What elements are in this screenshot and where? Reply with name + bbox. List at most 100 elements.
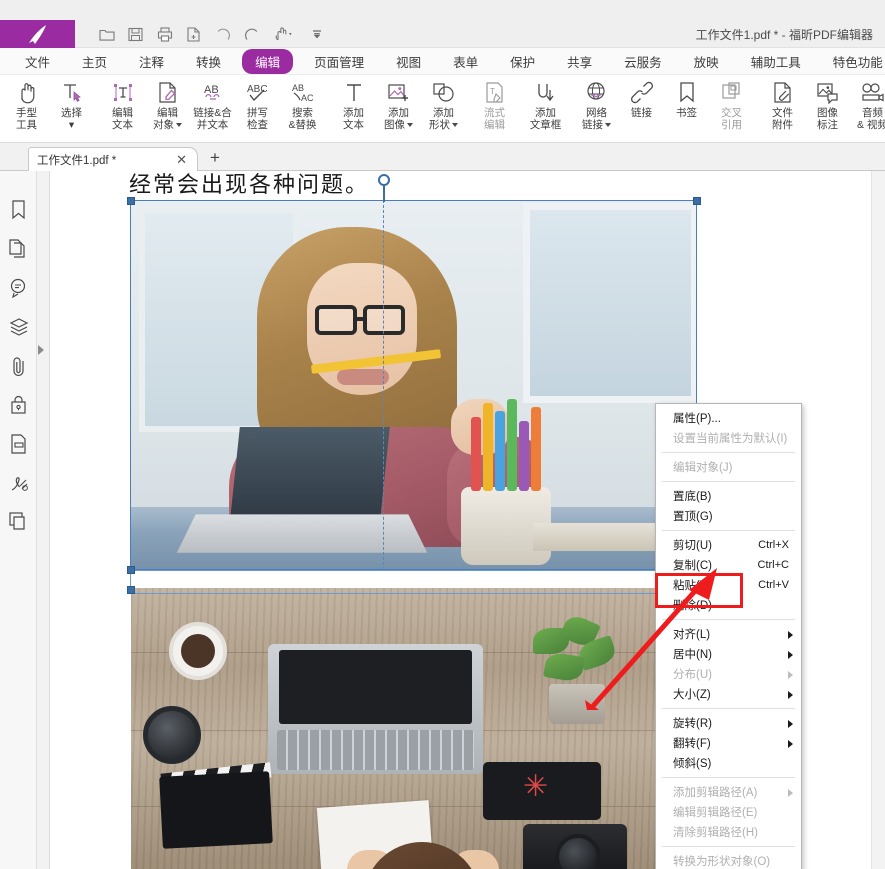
resize-handle-second-left[interactable] (127, 586, 135, 594)
rotation-handle[interactable] (378, 174, 390, 186)
open-icon[interactable] (92, 20, 121, 48)
duplicate-icon (9, 512, 28, 537)
menu-item-page-mgmt[interactable]: 页面管理 (303, 49, 375, 74)
ribbon-group-text-edit: 编辑 文本 编辑 对象 AB 链接&合 并文本 (100, 75, 325, 143)
audio-video-button[interactable]: 音频 & 视频 (850, 75, 885, 139)
svg-text:T: T (490, 87, 495, 96)
bookmark-button[interactable]: 书签 (664, 75, 709, 139)
hand-tool-button[interactable]: 手型 工具 (4, 75, 49, 139)
svg-text:AC: AC (301, 93, 314, 103)
customize-qat-icon[interactable] (302, 20, 331, 48)
menu-item-view[interactable]: 视图 (385, 49, 432, 74)
undo-icon[interactable] (208, 20, 237, 48)
reflow-edit-button[interactable]: T 流式 编辑 (472, 75, 517, 139)
new-page-icon[interactable] (179, 20, 208, 48)
search-replace-icon: ABAC (290, 79, 316, 105)
sidebar-item-security[interactable] (0, 388, 37, 427)
menu-item-accessibility[interactable]: 辅助工具 (740, 49, 812, 74)
sidebar-expand-arrow[interactable] (38, 345, 44, 355)
new-tab-button[interactable]: + (210, 149, 220, 167)
sidebar-item-fields[interactable] (0, 427, 37, 466)
bookmark-icon (10, 200, 27, 225)
add-shape-button[interactable]: 添加 形状 (421, 75, 466, 139)
sidebar-item-attachments[interactable] (0, 349, 37, 388)
document-tab-label: 工作文件1.pdf * (37, 152, 174, 168)
menu-item-protect[interactable]: 保护 (499, 49, 546, 74)
context-menu-item-bring-to-front[interactable]: 置顶(G) (656, 506, 801, 526)
file-attachment-button[interactable]: 文件 附件 (760, 75, 805, 139)
sidebar-gutter (37, 171, 50, 869)
search-replace-button[interactable]: ABAC 搜索 &替换 (280, 75, 325, 139)
chevron-down-icon[interactable] (176, 123, 182, 127)
file-attachment-icon (772, 79, 794, 105)
ribbon-group-article: 添加 文章框 (523, 75, 568, 143)
menu-item-share[interactable]: 共享 (556, 49, 603, 74)
image2-camera-lens (143, 706, 201, 764)
save-icon[interactable] (121, 20, 150, 48)
select-tool-button[interactable]: 选择 ▾ (49, 75, 94, 139)
sidebar-item-comments[interactable] (0, 271, 37, 310)
context-menu-item-send-to-back[interactable]: 置底(B) (656, 486, 801, 506)
document-tab-strip: 工作文件1.pdf * ✕ + (0, 143, 885, 171)
edit-object-button[interactable]: 编辑 对象 (145, 75, 190, 139)
annotation-arrow-icon (585, 560, 745, 710)
edit-text-button[interactable]: 编辑 文本 (100, 75, 145, 139)
close-icon[interactable]: ✕ (174, 152, 189, 168)
svg-text:ABC: ABC (247, 84, 268, 95)
add-text-button[interactable]: 添加 文本 (331, 75, 376, 139)
document-tab[interactable]: 工作文件1.pdf * ✕ (28, 147, 198, 171)
foxit-feather-icon (26, 24, 50, 46)
sidebar-item-pages[interactable] (0, 232, 37, 271)
context-menu-item-properties[interactable]: 属性(P)... (656, 408, 801, 428)
menu-item-cloud[interactable]: 云服务 (613, 49, 673, 74)
context-menu-item-rotate[interactable]: 旋转(R) (656, 713, 801, 733)
menu-item-features[interactable]: 特色功能 (822, 49, 885, 74)
menu-item-form[interactable]: 表单 (442, 49, 489, 74)
add-image-button[interactable]: 添加 图像 (376, 75, 421, 139)
image2-laptop-screen (279, 650, 472, 724)
link-button[interactable]: 链接 (619, 75, 664, 139)
sidebar-item-signature[interactable] (0, 466, 37, 505)
signature-icon (9, 473, 29, 498)
chevron-down-icon[interactable] (605, 123, 611, 127)
menu-item-file[interactable]: 文件 (14, 49, 61, 74)
context-menu-item-convert-to-shape: 转换为形状对象(O) (656, 851, 801, 869)
context-menu-separator (662, 481, 795, 482)
chevron-down-icon[interactable] (452, 123, 458, 127)
touch-mode-icon[interactable] (266, 20, 302, 48)
link-icon (631, 79, 653, 105)
add-article-box-button[interactable]: 添加 文章框 (523, 75, 568, 139)
sidebar-item-stamps[interactable] (0, 505, 37, 544)
print-icon[interactable] (150, 20, 179, 48)
selected-image-object[interactable] (131, 201, 696, 569)
menu-item-home[interactable]: 主页 (71, 49, 118, 74)
resize-handle-bottom-left[interactable] (127, 566, 135, 574)
add-text-label: 添加 文本 (343, 107, 364, 131)
sidebar-item-layers[interactable] (0, 310, 37, 349)
resize-handle-top-left[interactable] (127, 197, 135, 205)
redo-icon[interactable] (237, 20, 266, 48)
search-replace-label: 搜索 &替换 (288, 107, 316, 131)
context-menu-separator (662, 530, 795, 531)
web-link-label: 网络 链接 (582, 107, 611, 131)
context-menu-item-flip[interactable]: 翻转(F) (656, 733, 801, 753)
image-annotation-button[interactable]: 图像 标注 (805, 75, 850, 139)
link-label: 链接 (631, 107, 652, 119)
menu-item-comment[interactable]: 注释 (128, 49, 175, 74)
context-menu-item-shear[interactable]: 倾斜(S) (656, 753, 801, 773)
spell-check-button[interactable]: ABC 拼写 检查 (235, 75, 280, 139)
vertical-scrollbar[interactable] (871, 171, 885, 869)
edit-object-label: 编辑 对象 (153, 107, 182, 131)
resize-handle-top-right[interactable] (693, 197, 701, 205)
web-link-button[interactable]: 网络 链接 (574, 75, 619, 139)
menu-item-edit[interactable]: 编辑 (242, 49, 293, 74)
chevron-down-icon[interactable] (407, 123, 413, 127)
context-menu-item-cut[interactable]: 剪切(U)Ctrl+X (656, 535, 801, 555)
menu-item-present[interactable]: 放映 (683, 49, 730, 74)
context-menu-item-add-clip-path: 添加剪辑路径(A) (656, 782, 801, 802)
app-logo[interactable] (0, 20, 75, 48)
sidebar-item-bookmarks[interactable] (0, 193, 37, 232)
menu-item-convert[interactable]: 转换 (185, 49, 232, 74)
cross-reference-button[interactable]: 交叉 引用 (709, 75, 754, 139)
link-merge-text-button[interactable]: AB 链接&合 并文本 (190, 75, 235, 139)
